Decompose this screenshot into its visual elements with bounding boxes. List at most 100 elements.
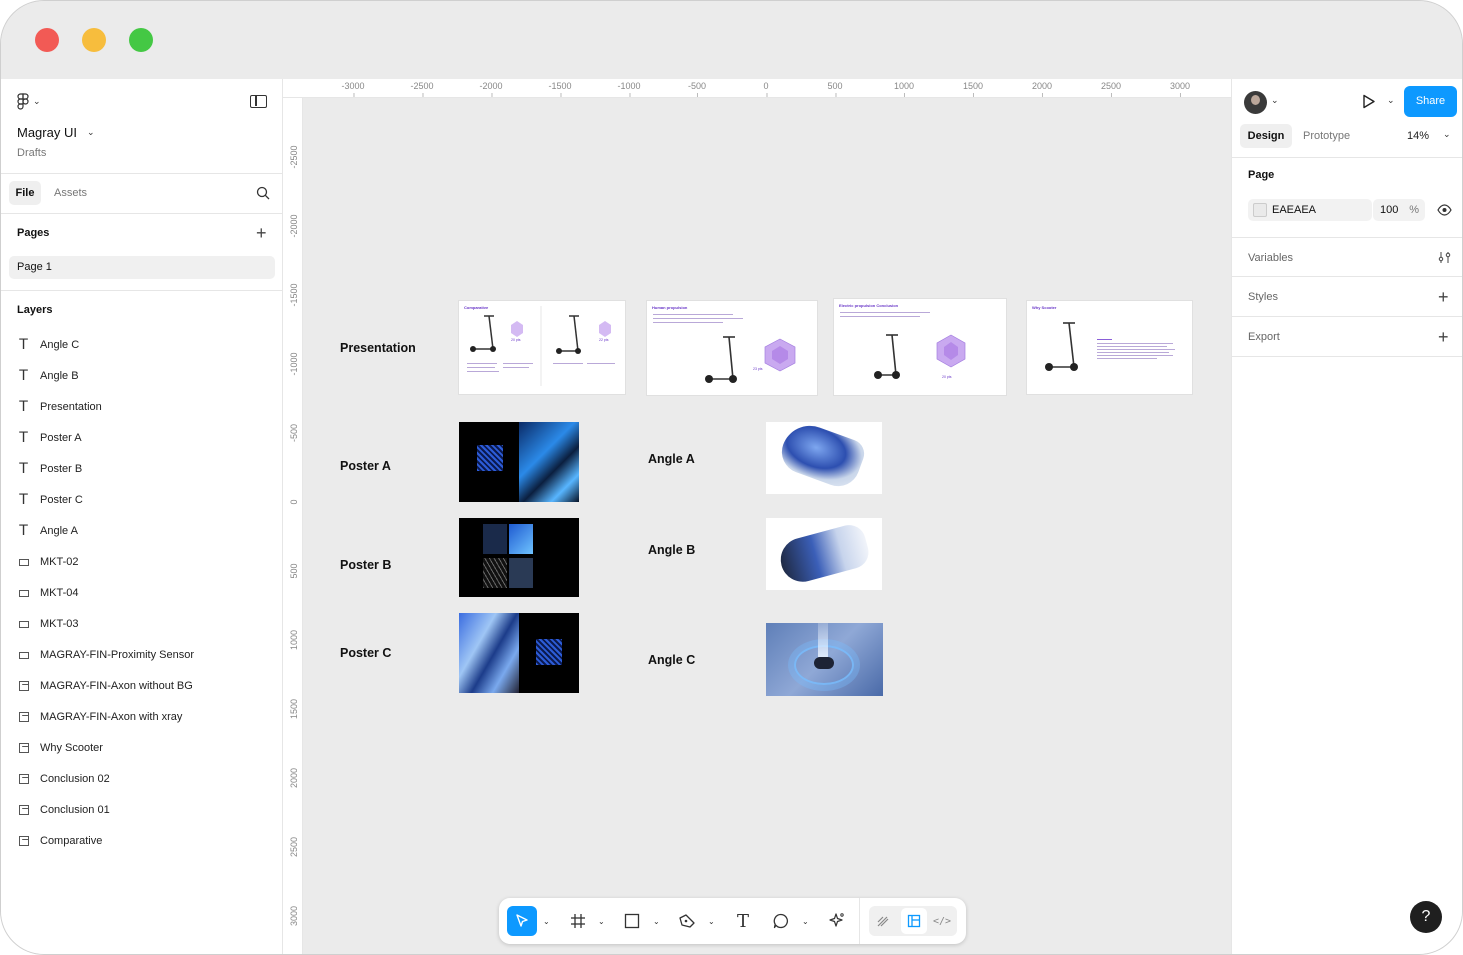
chevron-down-icon[interactable]: ⌄ <box>653 917 660 926</box>
actions-tool-button[interactable] <box>822 906 852 936</box>
layer-item[interactable]: Conclusion 01 <box>17 800 110 820</box>
file-name: Magray UI <box>17 125 77 140</box>
search-icon[interactable] <box>256 186 270 200</box>
page-color-input[interactable]: EAEAEA <box>1248 199 1372 221</box>
canvas-label-angle-a[interactable]: Angle A <box>648 452 695 466</box>
text-icon: T <box>19 368 28 384</box>
variables-settings-icon[interactable] <box>1438 251 1451 264</box>
poster-a-image[interactable] <box>459 422 579 502</box>
tab-design[interactable]: Design <box>1240 124 1292 148</box>
chevron-down-icon[interactable]: ⌄ <box>708 917 715 926</box>
design-canvas[interactable]: Presentation Comparative 20 pts 22 pts H… <box>303 98 1231 954</box>
canvas-label-poster-b[interactable]: Poster B <box>340 558 391 572</box>
pen-tool-button[interactable] <box>672 906 702 936</box>
chevron-down-icon[interactable]: ⌄ <box>598 917 605 926</box>
scooter-illustration <box>470 306 611 386</box>
avatar[interactable] <box>1244 91 1267 114</box>
layer-item[interactable]: T Presentation <box>17 397 102 417</box>
layer-item[interactable]: Why Scooter <box>17 738 103 758</box>
canvas-label-angle-b[interactable]: Angle B <box>648 543 695 557</box>
add-style-icon[interactable]: + <box>1438 288 1449 306</box>
text-tool-button[interactable]: T <box>728 906 758 936</box>
tab-assets[interactable]: Assets <box>54 187 87 199</box>
move-tool-button[interactable] <box>507 906 537 936</box>
toggle-sidebar-icon[interactable] <box>250 95 267 108</box>
tab-file[interactable]: File <box>9 181 41 205</box>
layer-item[interactable]: T Angle C <box>17 335 79 355</box>
image-icon <box>17 804 30 817</box>
tab-prototype[interactable]: Prototype <box>1303 130 1350 142</box>
page-item[interactable]: Page 1 <box>9 256 275 279</box>
layer-item[interactable]: T Poster A <box>17 428 81 448</box>
draw-mode-button[interactable] <box>871 906 895 936</box>
layer-item[interactable]: T Poster C <box>17 490 83 510</box>
layer-item[interactable]: MAGRAY-FIN-Axon without BG <box>17 676 193 696</box>
poster-c-image[interactable] <box>459 613 579 693</box>
comment-tool-button[interactable] <box>766 906 796 936</box>
layer-item[interactable]: T Angle A <box>17 521 78 541</box>
canvas-label-poster-a[interactable]: Poster A <box>340 459 391 473</box>
angle-a-image[interactable] <box>766 422 882 494</box>
share-button[interactable]: Share <box>1404 86 1457 117</box>
add-export-icon[interactable]: + <box>1438 328 1449 346</box>
slide-electric-propulsion[interactable]: Electric propulsion Conclusion 20 pts <box>834 299 1006 395</box>
help-button[interactable]: ? <box>1410 901 1442 933</box>
image-icon <box>17 835 30 848</box>
slide-value: 23 pts <box>753 367 763 371</box>
grid-tile <box>483 524 507 554</box>
ruler-tick: 2500 <box>289 836 299 858</box>
text-line <box>1097 358 1157 359</box>
maximize-window-button[interactable] <box>129 28 153 52</box>
ruler-tick: -2500 <box>289 145 299 169</box>
canvas-label-presentation[interactable]: Presentation <box>340 341 416 355</box>
image-icon <box>17 773 30 786</box>
dev-mode-button[interactable]: </> <box>930 906 954 936</box>
file-name-button[interactable]: Magray UI ⌄ <box>17 125 95 140</box>
ruler-tick: -3000 <box>341 81 365 97</box>
slide-human-propulsion[interactable]: Human propulsion 23 pts <box>647 301 817 395</box>
layer-item[interactable]: T Poster B <box>17 459 82 479</box>
angle-c-image[interactable] <box>766 623 883 696</box>
play-icon[interactable] <box>1362 94 1376 109</box>
layer-item[interactable]: MAGRAY-FIN-Axon with xray <box>17 707 182 727</box>
chevron-down-icon[interactable]: ⌄ <box>1443 129 1451 140</box>
page-opacity-input[interactable]: 100 % <box>1373 199 1425 221</box>
slide-comparative[interactable]: Comparative 20 pts 22 pts <box>459 301 625 394</box>
poster-b-image[interactable] <box>459 518 579 597</box>
frame-tool-button[interactable] <box>563 906 593 936</box>
minimize-window-button[interactable] <box>82 28 106 52</box>
layer-item[interactable]: Comparative <box>17 831 102 851</box>
file-location[interactable]: Drafts <box>17 147 46 159</box>
eye-icon[interactable] <box>1437 204 1452 216</box>
zoom-level[interactable]: 14% <box>1407 130 1429 142</box>
slide-why-scooter[interactable]: Why Scooter <box>1027 301 1192 394</box>
layer-item[interactable]: T Angle B <box>17 366 78 386</box>
add-page-icon[interactable]: + <box>256 224 267 242</box>
layer-item[interactable]: MKT-03 <box>17 614 79 634</box>
styles-section[interactable]: Styles <box>1248 291 1278 303</box>
layer-item[interactable]: MKT-02 <box>17 552 79 572</box>
color-swatch[interactable] <box>1253 203 1267 217</box>
chevron-down-icon[interactable]: ⌄ <box>802 917 809 926</box>
layer-item[interactable]: MKT-04 <box>17 583 79 603</box>
angle-b-image[interactable] <box>766 518 882 590</box>
chevron-down-icon[interactable]: ⌄ <box>543 917 550 926</box>
variables-section[interactable]: Variables <box>1248 252 1293 264</box>
close-window-button[interactable] <box>35 28 59 52</box>
main-menu-button[interactable]: ⌄ <box>17 93 41 110</box>
text-icon: T <box>19 523 28 539</box>
chevron-down-icon[interactable]: ⌄ <box>1271 95 1279 106</box>
shape-tool-button[interactable] <box>617 906 647 936</box>
grid-tile <box>509 524 533 554</box>
canvas-label-angle-c[interactable]: Angle C <box>648 653 695 667</box>
export-section[interactable]: Export <box>1248 331 1280 343</box>
layer-label: Conclusion 01 <box>40 804 110 816</box>
scooter-illustration <box>874 334 966 379</box>
chevron-down-icon[interactable]: ⌄ <box>1387 95 1395 106</box>
text-line <box>503 363 533 364</box>
design-mode-button[interactable] <box>901 908 927 934</box>
layer-item[interactable]: Conclusion 02 <box>17 769 110 789</box>
text-icon: T <box>19 492 28 508</box>
canvas-label-poster-c[interactable]: Poster C <box>340 646 391 660</box>
layer-item[interactable]: MAGRAY-FIN-Proximity Sensor <box>17 645 194 665</box>
